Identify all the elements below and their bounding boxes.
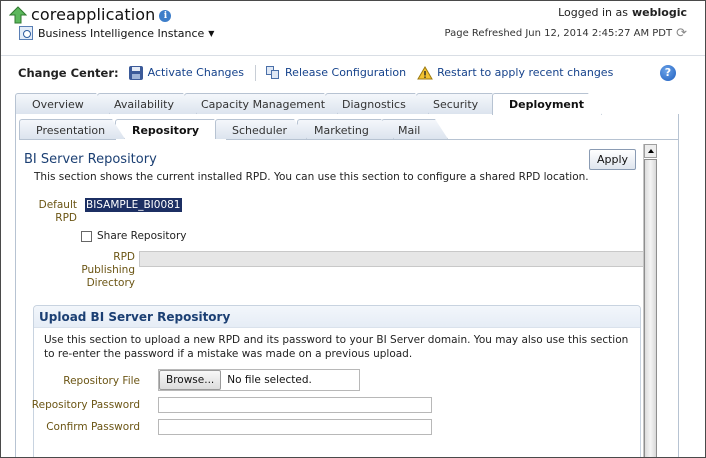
- logged-in-status: Logged in as weblogic: [558, 6, 687, 19]
- release-configuration-label: Release Configuration: [285, 66, 407, 79]
- tab-scheduler[interactable]: Scheduler: [215, 119, 307, 139]
- default-rpd-label: Default RPD: [38, 199, 77, 224]
- repository-file-label: Repository File: [63, 375, 140, 387]
- tab-deployment[interactable]: Deployment: [492, 93, 602, 115]
- activate-changes-label: Activate Changes: [147, 66, 245, 79]
- page-refreshed: Page Refreshed Jun 12, 2014 2:45:27 AM P…: [444, 27, 687, 40]
- default-rpd-value[interactable]: BISAMPLE_BI0081: [85, 198, 182, 212]
- help-icon[interactable]: ?: [660, 65, 676, 81]
- file-status: No file selected.: [227, 374, 312, 386]
- app-title-row: coreapplication i: [9, 5, 172, 24]
- up-arrow-icon[interactable]: [9, 5, 27, 24]
- browse-button[interactable]: Browse...: [159, 370, 222, 390]
- section-description: This section shows the current installed…: [34, 171, 589, 183]
- rpd-publishing-directory-label: RPD Publishing Directory: [81, 251, 135, 289]
- logged-in-label: Logged in as: [558, 6, 628, 19]
- confirm-password-field[interactable]: [158, 419, 432, 435]
- bi-instance-icon: [19, 26, 33, 40]
- confirm-password-label: Confirm Password: [46, 421, 140, 433]
- main-tab-bar: Overview Availability Capacity Managemen…: [15, 93, 695, 115]
- tab-marketing-label: Marketing: [314, 124, 369, 137]
- upload-section-description: Use this section to upload a new RPD and…: [44, 334, 629, 360]
- apply-button[interactable]: Apply: [589, 149, 636, 170]
- save-icon: [128, 65, 143, 80]
- release-configuration-icon: [266, 65, 281, 80]
- tab-capacity-management[interactable]: Capacity Management: [184, 93, 338, 114]
- upload-section-header: Upload BI Server Repository: [34, 306, 640, 328]
- tab-repository-label: Repository: [132, 124, 200, 137]
- divider: [255, 64, 257, 81]
- tab-capacity-management-label: Capacity Management: [201, 98, 326, 111]
- scroll-up-arrow-icon[interactable]: [644, 144, 657, 158]
- tab-marketing[interactable]: Marketing: [297, 119, 394, 139]
- tab-overview-label: Overview: [32, 98, 84, 111]
- change-center-bar: Change Center: Activate Changes Release …: [1, 55, 705, 89]
- sub-tab-bar: Presentation Repository Scheduler Market…: [19, 119, 679, 141]
- share-repository-checkbox[interactable]: [81, 230, 92, 242]
- section-title: BI Server Repository: [24, 152, 157, 167]
- tab-scheduler-label: Scheduler: [232, 124, 288, 137]
- warning-icon: [417, 65, 433, 79]
- target-menu[interactable]: Business Intelligence Instance ▼: [19, 26, 214, 40]
- tab-diagnostics-label: Diagnostics: [342, 98, 406, 111]
- tab-presentation-label: Presentation: [36, 124, 106, 137]
- repository-file-input[interactable]: Browse... No file selected.: [158, 369, 360, 391]
- app-window: coreapplication i Business Intelligence …: [0, 0, 706, 458]
- tab-overview[interactable]: Overview: [15, 93, 110, 114]
- target-type-label: Business Intelligence Instance: [38, 26, 205, 40]
- username: weblogic: [632, 6, 687, 19]
- info-icon[interactable]: i: [159, 10, 172, 22]
- restart-message[interactable]: Restart to apply recent changes: [417, 65, 614, 80]
- scrollbar-thumb[interactable]: [644, 159, 657, 457]
- app-title: coreapplication: [31, 5, 156, 24]
- change-center-label: Change Center:: [18, 65, 119, 80]
- rpd-publishing-directory-field[interactable]: [139, 251, 643, 267]
- repository-panel: BI Server Repository This section shows …: [19, 140, 643, 457]
- repository-password-label: Repository Password: [31, 399, 140, 411]
- tab-deployment-label: Deployment: [509, 98, 584, 111]
- chevron-down-icon: ▼: [208, 28, 215, 38]
- share-repository-row[interactable]: Share Repository: [81, 230, 186, 242]
- upload-section-title: Upload BI Server Repository: [39, 310, 231, 324]
- share-repository-label: Share Repository: [97, 230, 187, 242]
- page-refreshed-text: Page Refreshed Jun 12, 2014 2:45:27 AM P…: [444, 28, 673, 39]
- tab-diagnostics[interactable]: Diagnostics: [325, 93, 429, 114]
- tab-repository[interactable]: Repository: [115, 119, 227, 140]
- tab-availability[interactable]: Availability: [97, 93, 197, 114]
- vertical-scrollbar[interactable]: [643, 144, 657, 457]
- tab-presentation[interactable]: Presentation: [19, 119, 125, 139]
- repository-password-field[interactable]: [158, 397, 432, 413]
- tab-security-label: Security: [433, 98, 479, 111]
- restart-message-label: Restart to apply recent changes: [437, 66, 614, 79]
- activate-changes-link[interactable]: Activate Changes: [128, 65, 245, 80]
- refresh-icon[interactable]: ⟳: [676, 27, 687, 40]
- tab-mail-label: Mail: [398, 124, 421, 137]
- tab-availability-label: Availability: [114, 98, 174, 111]
- release-configuration-link[interactable]: Release Configuration: [266, 65, 407, 80]
